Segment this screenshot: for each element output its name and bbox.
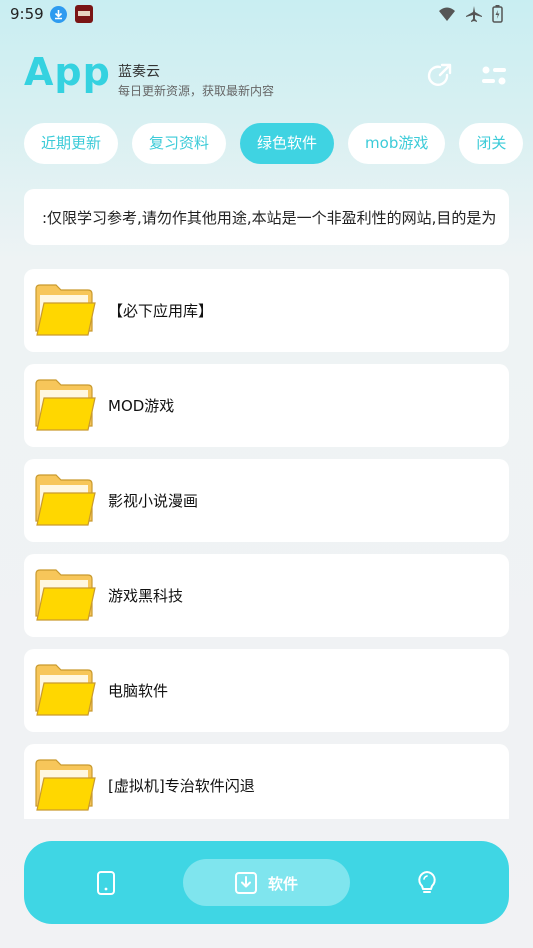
- site-subtitle: 每日更新资源，获取最新内容: [118, 84, 275, 98]
- folder-icon: [35, 284, 96, 336]
- tab-recent-updates[interactable]: 近期更新: [24, 123, 119, 164]
- bottom-nav: 软件: [24, 841, 509, 924]
- menu-icon[interactable]: [480, 62, 508, 90]
- site-name: 蓝奏云: [118, 64, 160, 80]
- folder-label: 【必下应用库】: [108, 302, 214, 320]
- list-item[interactable]: 影视小说漫画: [24, 459, 509, 542]
- folder-label: MOD游戏: [108, 397, 175, 415]
- folder-label: 电脑软件: [108, 682, 169, 700]
- app-logo: App: [24, 50, 111, 94]
- download-box-icon: [235, 872, 257, 894]
- list-item[interactable]: 游戏黑科技: [24, 554, 509, 637]
- status-bar: 9:59: [0, 0, 533, 30]
- folder-icon: [35, 569, 96, 621]
- nav-tips-button[interactable]: [409, 859, 445, 906]
- airplane-icon: [466, 6, 482, 22]
- download-icon: [50, 6, 67, 23]
- folder-label: 游戏黑科技: [108, 587, 184, 605]
- status-icons: [438, 5, 503, 23]
- folder-label: [虚拟机]专治软件闪退: [108, 777, 255, 795]
- notice-banner: :仅限学习参考,请勿作其他用途,本站是一个非盈利性的网站,目的是为: [24, 189, 509, 245]
- notice-text: :仅限学习参考,请勿作其他用途,本站是一个非盈利性的网站,目的是为: [42, 209, 497, 227]
- tab-review-materials[interactable]: 复习资料: [132, 123, 227, 164]
- wifi-icon: [439, 7, 455, 21]
- list-item[interactable]: [虚拟机]专治软件闪退: [24, 744, 509, 819]
- folder-icon: [35, 379, 96, 431]
- nav-software-label: 软件: [268, 875, 299, 893]
- folder-icon: [35, 664, 96, 716]
- tab-retreat[interactable]: 闭关: [459, 123, 524, 164]
- folder-icon: [35, 474, 96, 526]
- folder-icon: [35, 759, 96, 811]
- share-icon[interactable]: [425, 62, 453, 90]
- phone-icon: [97, 871, 115, 895]
- list-item[interactable]: MOD游戏: [24, 364, 509, 447]
- category-tabs: 近期更新 复习资料 绿色软件 mob游戏 闭关: [24, 123, 533, 165]
- tab-green-software[interactable]: 绿色软件: [240, 123, 335, 164]
- lightbulb-icon: [418, 871, 436, 893]
- list-item[interactable]: 【必下应用库】: [24, 269, 509, 352]
- tab-mob-games[interactable]: mob游戏: [348, 123, 446, 164]
- nav-phone-button[interactable]: [88, 859, 124, 906]
- folder-list: 【必下应用库】 MOD游戏 影视小说漫画 游戏黑科技 电脑软件 [虚拟机]专治软…: [24, 269, 509, 819]
- status-time: 9:59: [10, 5, 44, 23]
- folder-label: 影视小说漫画: [108, 492, 199, 510]
- list-item[interactable]: 电脑软件: [24, 649, 509, 732]
- nav-software-button[interactable]: 软件: [183, 859, 350, 906]
- battery-icon: [492, 5, 503, 23]
- app-notification-icon: [75, 5, 93, 23]
